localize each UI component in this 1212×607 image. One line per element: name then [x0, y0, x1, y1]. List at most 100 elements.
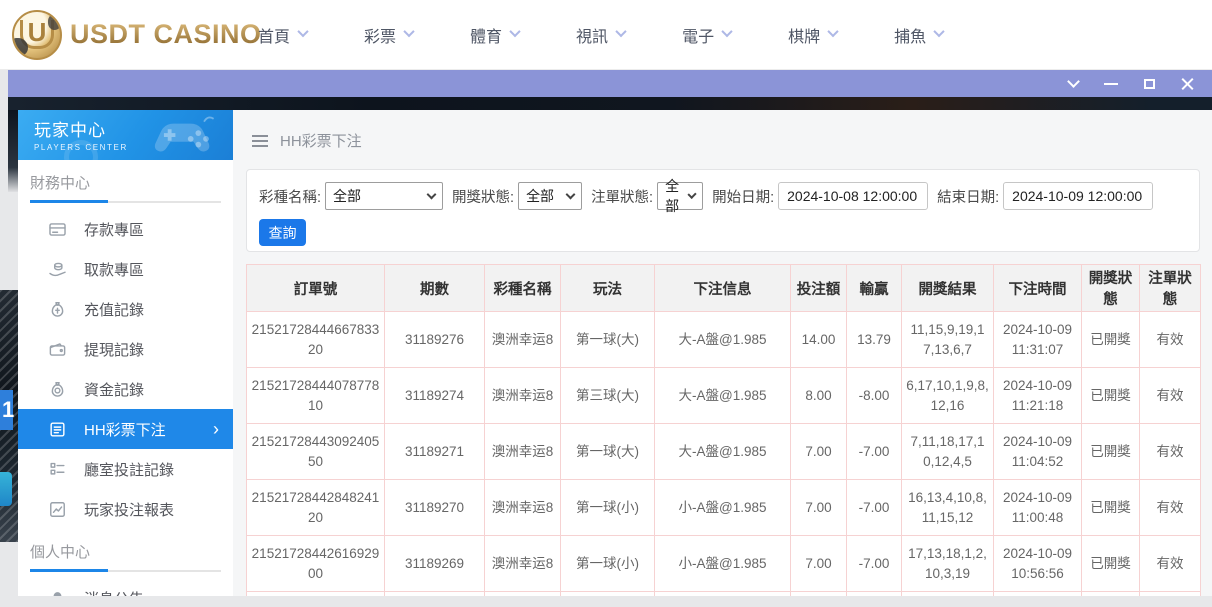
main-content: HH彩票下注 彩種名稱:全部開獎狀態:全部注單狀態:全部開始日期:結束日期: 查… — [233, 110, 1212, 596]
table-cell: 第三球(大) — [561, 368, 655, 424]
nav-item[interactable]: 棋牌 — [788, 23, 837, 47]
background-image-sliver-top — [8, 110, 18, 192]
main-nav: 首頁 彩票 體育 視訊 電子 棋牌 捕魚 — [258, 0, 943, 70]
table-cell — [655, 592, 791, 597]
hand-money-icon — [48, 260, 67, 279]
table-row: 215217284440787781031189274澳洲幸运8第三球(大)大-… — [247, 368, 1201, 424]
table-cell: 7.00 — [791, 536, 847, 592]
sidebar-item-label: 取款專區 — [84, 259, 144, 280]
table-cell: -7.00 — [847, 536, 902, 592]
table-cell: 2152172844466783320 — [247, 312, 385, 368]
table-cell: 澳洲幸运8 — [485, 480, 561, 536]
sidebar-item-label: HH彩票下注 — [84, 419, 166, 440]
column-header: 輸贏 — [847, 265, 902, 312]
table-cell: -8.00 — [847, 368, 902, 424]
table-cell: 8.00 — [791, 368, 847, 424]
table-cell: 大-A盤@1.985 — [655, 424, 791, 480]
filter-label: 開始日期: — [712, 186, 774, 207]
column-header: 彩種名稱 — [485, 265, 561, 312]
table-cell: 31189270 — [385, 480, 485, 536]
sidebar-item-label: 提現記錄 — [84, 339, 144, 360]
filter-select[interactable]: 全部 — [325, 182, 443, 210]
table-cell: 有效 — [1140, 368, 1201, 424]
player-center-window: 玩家中心 PLAYERS CENTER 財務中心存款專區取款專區充值記錄提現記錄… — [18, 110, 1212, 596]
chevron-down-icon — [509, 26, 520, 37]
sidebar-menu: 財務中心存款專區取款專區充值記錄提現記錄資金記錄HH彩票下注›廳室投註記錄玩家投… — [18, 172, 233, 596]
menu-toggle-icon[interactable] — [252, 135, 268, 137]
background-badge: 1 — [0, 390, 13, 430]
breadcrumb: HH彩票下注 — [252, 130, 362, 151]
window-minimize-icon[interactable] — [1104, 83, 1118, 85]
nav-item-label: 棋牌 — [788, 23, 820, 47]
table-cell: 澳洲幸运8 — [485, 424, 561, 480]
filter-select[interactable]: 全部 — [518, 182, 582, 210]
wallet-icon — [48, 340, 67, 359]
table-cell: 7.00 — [791, 480, 847, 536]
table-cell — [247, 592, 385, 597]
table-cell — [1140, 592, 1201, 597]
table-cell — [561, 592, 655, 597]
table-row: 215217284430924055031189271澳洲幸运8第一球(大)大-… — [247, 424, 1201, 480]
nav-item[interactable]: 捕魚 — [894, 23, 943, 47]
background-icon-fragment — [0, 472, 12, 506]
filter-select-value: 全部 — [333, 186, 361, 206]
sidebar-item[interactable]: HH彩票下注› — [18, 409, 233, 449]
filter-select-value: 全部 — [665, 176, 689, 216]
table-cell: 2024-10-09 11:00:48 — [994, 480, 1082, 536]
window-titlebar — [8, 70, 1212, 97]
sidebar-item-label: 存款專區 — [84, 219, 144, 240]
table-cell: 已開獎 — [1082, 536, 1140, 592]
nav-item-label: 視訊 — [576, 23, 608, 47]
sidebar-item[interactable]: 存款專區 — [18, 209, 233, 249]
filter-date-input[interactable] — [1003, 182, 1153, 210]
sidebar-item[interactable]: 廳室投註記錄 — [18, 449, 233, 489]
column-header: 期數 — [385, 265, 485, 312]
table-cell: 有效 — [1140, 424, 1201, 480]
table-cell: 有效 — [1140, 480, 1201, 536]
filter-label: 開獎狀態: — [452, 186, 514, 207]
table-row: 215217284446678332031189276澳洲幸运8第一球(大)大-… — [247, 312, 1201, 368]
sidebar-item[interactable]: 消息公告 — [18, 578, 233, 596]
sidebar-item[interactable]: 取款專區 — [18, 249, 233, 289]
table-cell: 11,15,9,19,17,13,6,7 — [902, 312, 994, 368]
column-header: 開獎狀態 — [1082, 265, 1140, 312]
section-underline — [30, 569, 221, 572]
column-header: 下注時間 — [994, 265, 1082, 312]
filter-date-input[interactable] — [778, 182, 928, 210]
window-close-icon[interactable] — [1181, 77, 1194, 90]
sidebar-item[interactable]: 充值記錄 — [18, 289, 233, 329]
table-cell: 31189274 — [385, 368, 485, 424]
sidebar-item[interactable]: 資金記錄 — [18, 369, 233, 409]
nav-item-label: 首頁 — [258, 23, 290, 47]
gamepad-icon — [141, 112, 227, 160]
page-title: HH彩票下注 — [280, 130, 362, 151]
column-header: 注單狀態 — [1140, 265, 1201, 312]
table-cell: 7,11,18,17,10,12,4,5 — [902, 424, 994, 480]
chevron-down-icon — [566, 189, 576, 199]
nav-item[interactable]: 首頁 — [258, 23, 307, 47]
table-cell: 第一球(大) — [561, 312, 655, 368]
nav-item[interactable]: 彩票 — [364, 23, 413, 47]
table-cell: 第一球(大) — [561, 424, 655, 480]
nav-item[interactable]: 體育 — [470, 23, 519, 47]
nav-item[interactable]: 視訊 — [576, 23, 625, 47]
table-cell: 有效 — [1140, 536, 1201, 592]
window-maximize-icon[interactable] — [1144, 79, 1155, 89]
window-collapse-icon[interactable] — [1067, 75, 1080, 88]
table-cell — [385, 592, 485, 597]
sidebar-item[interactable]: 玩家投注報表 — [18, 489, 233, 529]
table-cell: 17,13,18,1,2,10,3,19 — [902, 536, 994, 592]
search-button[interactable]: 查詢 — [259, 219, 306, 246]
sidebar-item[interactable]: 提現記錄 — [18, 329, 233, 369]
filter-select[interactable]: 全部 — [657, 182, 703, 210]
table-cell: 已開獎 — [1082, 312, 1140, 368]
table-cell: 澳洲幸运8 — [485, 368, 561, 424]
nav-item[interactable]: 電子 — [682, 23, 731, 47]
table-cell: 2024-10-09 11:31:07 — [994, 312, 1082, 368]
logo-letter: U — [20, 20, 55, 49]
filter-label: 彩種名稱: — [259, 186, 321, 207]
table-cell — [994, 592, 1082, 597]
table-cell: 大-A盤@1.985 — [655, 368, 791, 424]
table-cell: 6,17,10,1,9,8,12,16 — [902, 368, 994, 424]
brand-logo[interactable]: U USDT CASINO — [12, 10, 262, 60]
